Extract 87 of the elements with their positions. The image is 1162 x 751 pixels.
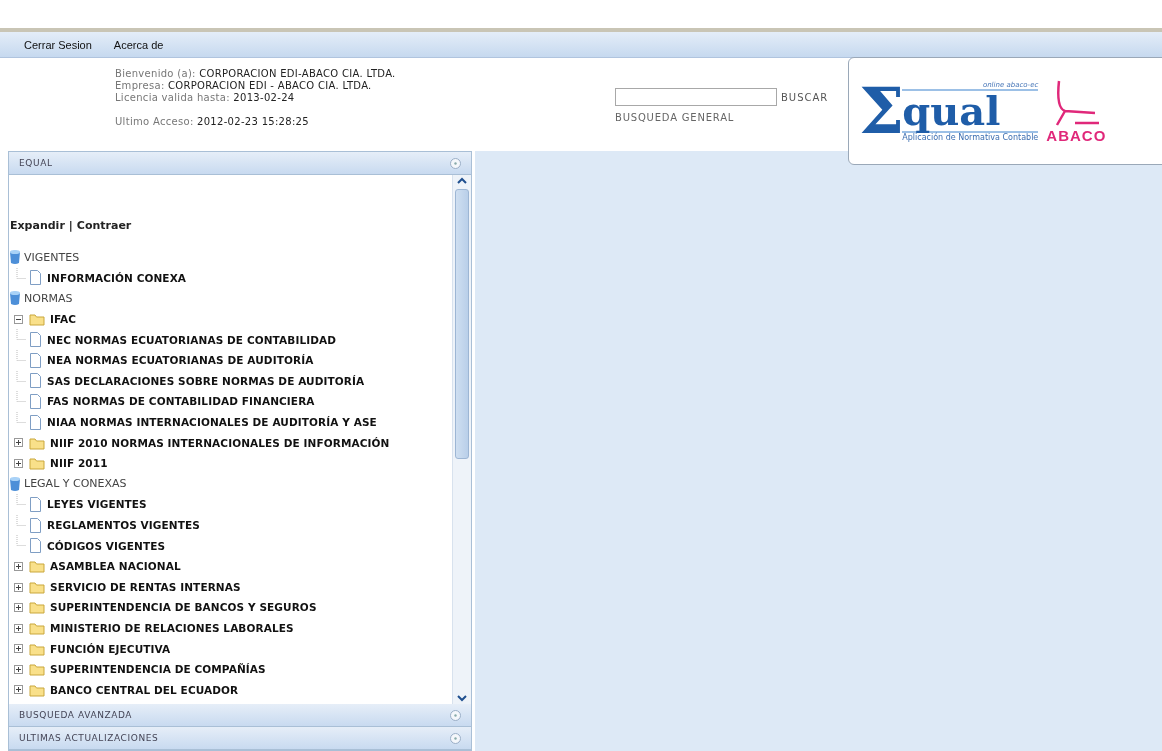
- document-icon: [29, 352, 42, 368]
- database-icon: [9, 249, 21, 266]
- folder-icon: [29, 621, 45, 635]
- scrollbar[interactable]: [452, 175, 471, 704]
- tree-node[interactable]: FAS NORMAS DE CONTABILIDAD FINANCIERA: [47, 395, 315, 408]
- tree-node[interactable]: NEC NORMAS ECUATORIANAS DE CONTABILIDAD: [47, 333, 337, 346]
- expand-icon[interactable]: [13, 603, 23, 613]
- folder-icon: [29, 312, 45, 327]
- tree-line: [16, 411, 26, 423]
- tree-line: [16, 349, 26, 361]
- document-icon: [29, 373, 42, 389]
- expand-icon[interactable]: [13, 685, 23, 695]
- tree-node[interactable]: SUPERINTENDENCIA DE BANCOS Y SEGUROS: [50, 601, 317, 614]
- expand-icon[interactable]: [13, 623, 23, 633]
- account-info-line: Empresa: CORPORACION EDI - ABACO CIA. LTDA.: [115, 80, 373, 92]
- last-access-text: Ultimo Acceso: 2012-02-23 15:28:25: [115, 116, 310, 128]
- toggle-icon[interactable]: [450, 157, 461, 169]
- tree-line: [16, 494, 26, 506]
- document-icon: [29, 517, 42, 533]
- tree-line: [16, 391, 26, 403]
- account-info-line: Licencia valida hasta: 2013-02-24: [115, 92, 296, 104]
- search-caption: BUSQUEDA GENERAL: [615, 112, 736, 123]
- tree-node[interactable]: LEGAL Y CONEXAS: [24, 477, 127, 491]
- tree-line: [16, 267, 26, 279]
- scroll-down-icon[interactable]: [456, 692, 468, 704]
- tree-node[interactable]: ASAMBLEA NACIONAL: [50, 560, 181, 573]
- collapse-icon[interactable]: [13, 314, 23, 324]
- expand-icon[interactable]: [13, 561, 23, 571]
- database-icon: [9, 475, 21, 492]
- tree-node[interactable]: CÓDIGOS VIGENTES: [47, 539, 166, 552]
- tree-node[interactable]: IFAC: [50, 313, 77, 326]
- document-icon: [29, 393, 42, 409]
- logo-subtitle: Aplicación de Normativa Contable: [902, 132, 1039, 142]
- folder-icon: [29, 641, 45, 656]
- tree-node[interactable]: FUNCIÓN EJECUTIVA: [50, 642, 171, 655]
- expand-icon[interactable]: [13, 582, 23, 592]
- tree-node[interactable]: LEYES VIGENTES: [47, 498, 147, 511]
- account-info-line: Bienvenido (a): CORPORACION EDI-ABACO CIA. LTDA.: [115, 68, 397, 80]
- folder-icon: [29, 456, 45, 471]
- tree-node[interactable]: INFORMACIÓN CONEXA: [47, 271, 187, 284]
- folder-icon: [29, 600, 45, 615]
- document-icon: [29, 538, 42, 554]
- accordion-header[interactable]: ULTIMAS ACTUALIZACIONES: [9, 727, 471, 750]
- document-icon: [29, 332, 42, 348]
- collapse-link[interactable]: Contraer: [76, 219, 132, 232]
- tree-node[interactable]: SUPERINTENDENCIA DE COMPAÑÍAS: [50, 663, 266, 676]
- database-icon: [9, 290, 21, 307]
- toggle-icon[interactable]: [450, 709, 461, 721]
- tree-line: [16, 370, 26, 382]
- expand-icon[interactable]: [13, 664, 23, 674]
- document-icon: [29, 496, 42, 512]
- folder-icon: [29, 435, 45, 450]
- tree-node[interactable]: VIGENTES: [24, 250, 80, 264]
- tree-node[interactable]: REGLAMENTOS VIGENTES: [47, 519, 200, 531]
- search-button[interactable]: BUSCAR: [781, 91, 829, 103]
- folder-icon: [29, 662, 45, 677]
- expand-icon[interactable]: [13, 438, 23, 448]
- tree-node[interactable]: NIIF 2011: [50, 457, 108, 470]
- tree-node[interactable]: SERVICIO DE RENTAS INTERNAS: [50, 580, 241, 593]
- folder-icon: [29, 559, 45, 574]
- scroll-thumb[interactable]: [455, 189, 469, 459]
- tree-node[interactable]: NEA NORMAS ECUATORIANAS DE AUDITORÍA: [47, 354, 314, 367]
- tree-line: [16, 514, 26, 526]
- folder-icon: [29, 682, 45, 697]
- expand-link[interactable]: Expandir: [10, 219, 65, 232]
- accordion-header[interactable]: EQUAL: [9, 152, 471, 175]
- tree-line: [16, 329, 26, 341]
- tree-node[interactable]: SAS DECLARACIONES SOBRE NORMAS DE AUDITORÍA: [47, 374, 365, 387]
- document-icon: [29, 414, 42, 430]
- folder-icon: [29, 579, 45, 594]
- tree-node[interactable]: NIAA NORMAS INTERNACIONALES DE AUDITORÍA Y ASE: [47, 416, 377, 429]
- tree-node[interactable]: NIIF 2010 NORMAS INTERNACIONALES DE INFORMACIÓN: [50, 436, 390, 449]
- menu-item[interactable]: Cerrar Sesion: [24, 38, 92, 51]
- tree-node[interactable]: NORMAS: [24, 292, 73, 305]
- logo-word: qual: [902, 88, 1039, 133]
- toggle-icon[interactable]: [450, 732, 461, 744]
- search-field[interactable]: [615, 88, 777, 106]
- separator-text: |: [68, 219, 73, 232]
- accordion-header[interactable]: BUSQUEDA AVANZADA: [9, 704, 471, 727]
- logo-brand: ABACO: [1046, 126, 1107, 144]
- menu-item[interactable]: Acerca de: [113, 38, 164, 51]
- tree-node[interactable]: BANCO CENTRAL DEL ECUADOR: [50, 683, 239, 696]
- document-icon: [29, 270, 42, 286]
- tree-line: [16, 535, 26, 547]
- expand-icon[interactable]: [13, 458, 23, 468]
- expand-icon[interactable]: [13, 644, 23, 654]
- tree-node[interactable]: MINISTERIO DE RELACIONES LABORALES: [50, 622, 294, 634]
